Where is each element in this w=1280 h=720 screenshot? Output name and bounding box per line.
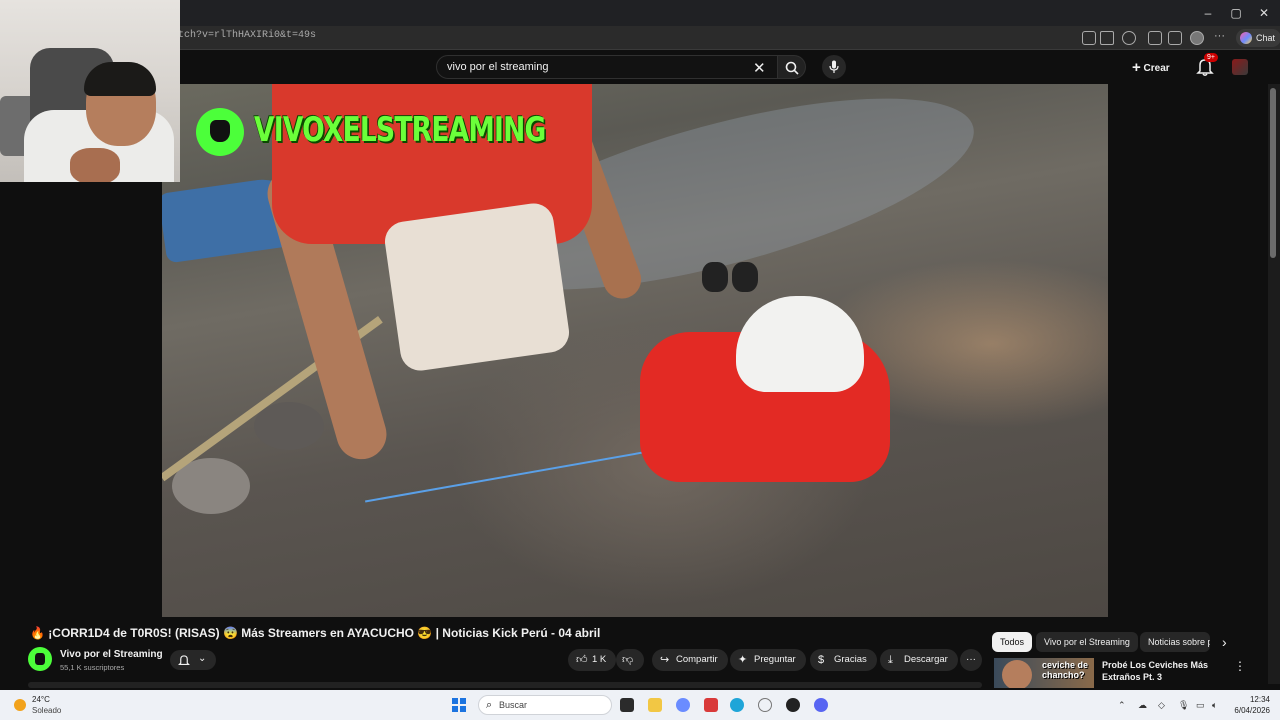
sparkle-icon: ✦	[738, 654, 748, 666]
search-box[interactable]: vivo por el streaming ✕	[436, 55, 778, 79]
like-button[interactable]: 👍︎ 1 K	[568, 649, 617, 671]
kebab-menu-icon[interactable]: ⋮	[1234, 659, 1246, 673]
description-peek	[28, 682, 982, 688]
favorites-icon[interactable]	[1168, 31, 1182, 45]
download-label: Descargar	[904, 654, 948, 665]
thumbs-down-icon: 👎︎	[622, 654, 634, 666]
chevron-down-icon: ⌄	[198, 653, 207, 664]
close-icon[interactable]: ✕	[753, 59, 766, 77]
download-button[interactable]: ⤓ Descargar	[880, 649, 958, 671]
subscription-bell-button[interactable]: ⌄	[170, 650, 216, 670]
search-input[interactable]: vivo por el streaming	[447, 61, 549, 73]
channel-name[interactable]: Vivo por el Streaming	[60, 649, 163, 660]
video-scene-person	[382, 200, 572, 374]
thumbnail-caption: ceviche de chancho?	[1042, 660, 1089, 680]
notification-badge: 9+	[1204, 53, 1218, 62]
browser-titlebar: – ▢ ✕	[0, 0, 1280, 26]
video-scene-sandals	[702, 262, 764, 292]
security-icon[interactable]: ◇	[1158, 700, 1165, 711]
search-button[interactable]	[778, 55, 806, 79]
video-player[interactable]: VIVOXELSTREAMING	[162, 84, 1108, 617]
taskbar-search[interactable]: Buscar	[478, 695, 612, 715]
microphone-icon	[829, 60, 839, 73]
sun-icon[interactable]	[14, 699, 26, 711]
plus-icon: +	[1132, 59, 1141, 76]
download-icon: ⤓	[888, 654, 893, 666]
chip-all[interactable]: Todos	[992, 632, 1033, 652]
subscriber-count: 55,1 K suscriptores	[60, 663, 125, 672]
bell-icon	[178, 655, 190, 665]
weather-description[interactable]: Soleado	[32, 706, 61, 715]
microphone-icon[interactable]: 🎙︎	[1178, 700, 1189, 711]
task-view-icon[interactable]	[620, 698, 634, 712]
account-avatar[interactable]	[1232, 59, 1248, 75]
ask-button[interactable]: ✦ Preguntar	[730, 649, 806, 671]
youtube-header: vivo por el streaming ✕ + Crear 9+	[0, 50, 1280, 84]
windows-start-icon[interactable]	[452, 698, 466, 712]
copilot-icon[interactable]	[676, 698, 690, 712]
minimize-icon[interactable]: –	[1194, 4, 1222, 22]
obs-icon[interactable]	[786, 698, 800, 712]
url-text[interactable]: tch?v=rlThHAXIRi0&t=49s	[178, 30, 316, 41]
dislike-button[interactable]: 👎︎	[616, 649, 644, 671]
clock-time[interactable]: 12:34	[1236, 695, 1270, 704]
like-count: 1 K	[592, 654, 607, 665]
discord-icon[interactable]	[814, 698, 828, 712]
chip-channel[interactable]: Vivo por el Streaming	[1036, 632, 1138, 652]
more-icon[interactable]: ···	[1214, 30, 1225, 42]
channel-avatar[interactable]	[28, 647, 52, 671]
file-explorer-icon[interactable]	[648, 698, 662, 712]
share-icon: ↪	[660, 654, 670, 666]
edge-browser-icon[interactable]	[730, 698, 744, 712]
webcam-person	[70, 148, 120, 182]
thumbnail-face	[1002, 660, 1032, 688]
os-taskbar: 24°C Soleado Buscar ⌃ ☁ ◇ 🎙︎ ▭ 🔈︎ 12:34 …	[0, 690, 1280, 720]
thanks-label: Gracias	[834, 654, 867, 665]
profile-icon[interactable]	[1190, 31, 1204, 45]
more-icon: ···	[966, 654, 976, 665]
ask-label: Preguntar	[754, 654, 796, 665]
onedrive-icon[interactable]: ☁	[1138, 700, 1147, 711]
webcam-person	[84, 62, 156, 96]
chat-button[interactable]: Chat	[1236, 29, 1280, 47]
sidebar-area	[1108, 84, 1268, 617]
channel-logo-icon	[196, 108, 244, 156]
search-icon	[785, 61, 799, 75]
office-app-icon[interactable]	[704, 698, 718, 712]
maximize-icon[interactable]: ▢	[1222, 4, 1250, 22]
thanks-button[interactable]: $ Gracias	[810, 649, 877, 671]
recommendation-title[interactable]: Probé Los Ceviches Más Extraños Pt. 3	[1102, 659, 1222, 683]
clock-date[interactable]: 6/04/2026	[1222, 706, 1270, 715]
refresh-icon[interactable]	[1122, 31, 1136, 45]
app-available-icon[interactable]	[1082, 31, 1096, 45]
thumbs-up-icon: 👍︎	[576, 654, 588, 666]
close-icon[interactable]: ✕	[1250, 4, 1278, 22]
create-button[interactable]: + Crear	[1132, 59, 1170, 77]
chevron-up-icon[interactable]: ⌃	[1118, 700, 1126, 711]
voice-search-button[interactable]	[822, 55, 846, 79]
create-label: Crear	[1143, 63, 1170, 74]
address-bar[interactable]: tch?v=rlThHAXIRi0&t=49s ··· Chat	[0, 26, 1280, 50]
network-icon[interactable]: ▭	[1196, 700, 1205, 711]
video-watermark: VIVOXELSTREAMING	[254, 110, 546, 150]
share-button[interactable]: ↪ Compartir	[652, 649, 728, 671]
webcam-overlay	[0, 0, 180, 182]
more-actions-button[interactable]: ···	[960, 649, 982, 671]
weather-temperature[interactable]: 24°C	[32, 695, 50, 704]
volume-icon[interactable]: 🔈︎	[1212, 700, 1217, 711]
chevron-right-icon[interactable]: ›	[1222, 634, 1227, 650]
chip-news[interactable]: Noticias sobre p	[1140, 632, 1210, 652]
recommendation-thumbnail[interactable]: ceviche de chancho?	[994, 658, 1094, 688]
star-icon[interactable]	[1100, 31, 1114, 45]
scrollbar-thumb[interactable]	[1270, 88, 1276, 258]
app-icon[interactable]	[758, 698, 772, 712]
video-title: 🔥 ¡CORR1D4 de T0R0S! (RISAS) 😨 Más Strea…	[30, 626, 601, 640]
share-label: Compartir	[676, 654, 718, 665]
video-scene-rock	[254, 402, 324, 450]
thanks-icon: $	[818, 654, 825, 666]
video-scene-cap	[736, 296, 864, 392]
extensions-icon[interactable]	[1148, 31, 1162, 45]
